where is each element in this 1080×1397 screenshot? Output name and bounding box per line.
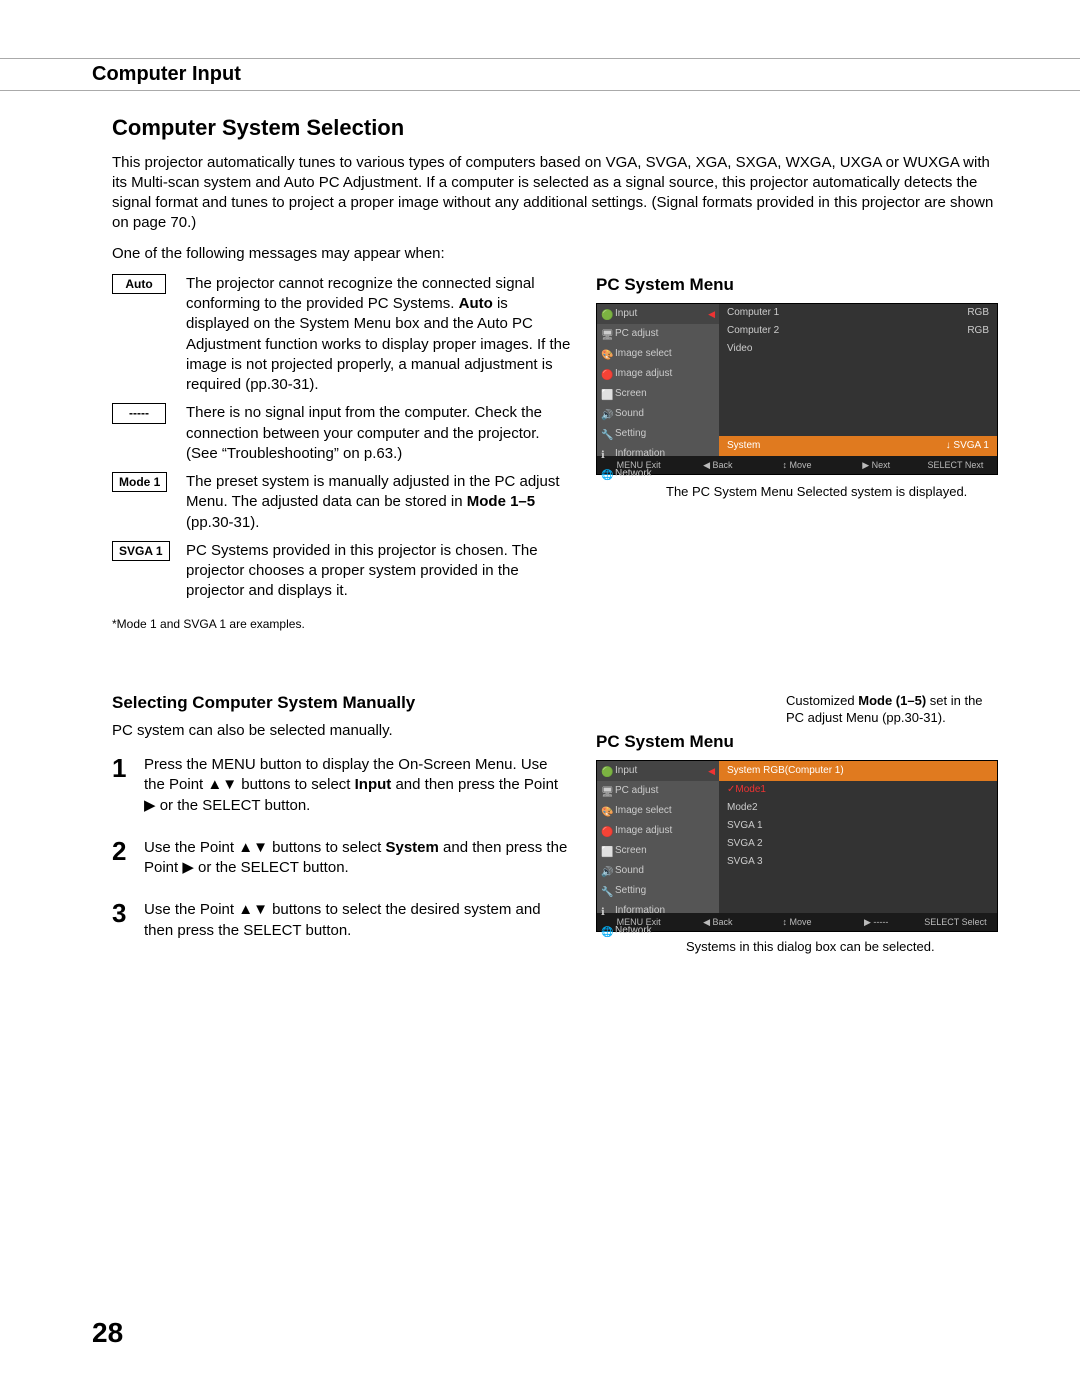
steps-list: 1 Press the MENU button to display the O… <box>112 751 572 941</box>
sidebar-item-imageselect: 🎨Image select <box>597 801 719 821</box>
step-2: 2 Use the Point ▲▼ buttons to select Sys… <box>112 834 572 879</box>
input-icon: 🟢 <box>601 766 611 776</box>
message-svga1: SVGA 1 PC Systems provided in this proje… <box>112 541 572 602</box>
sidebar-item-imageadjust: 🔴Image adjust <box>597 821 719 841</box>
osd1-sidebar: 🟢Input◀ 🖥PC adjust 🎨Image select 🔴Image … <box>597 304 719 456</box>
sidebar-item-screen: ⬜Screen <box>597 384 719 404</box>
osd2-screenshot: 🟢Input◀ 🖥PC adjust 🎨Image select 🔴Image … <box>596 760 998 932</box>
input-icon: 🟢 <box>601 309 611 319</box>
info-icon: ℹ <box>601 906 611 916</box>
sound-icon: 🔊 <box>601 409 611 419</box>
content-area: Computer System Selection This projector… <box>112 113 1000 959</box>
osd2-column: Customized Mode (1–5) set in the PC adju… <box>596 692 1000 959</box>
sidebar-item-imageadjust: 🔴Image adjust <box>597 364 719 384</box>
sidebar-item-input: 🟢Input◀ <box>597 304 719 324</box>
osd1-highlight: System ↓ SVGA 1 <box>719 436 997 456</box>
sound-icon: 🔊 <box>601 866 611 876</box>
osd2-callout: Customized Mode (1–5) set in the PC adju… <box>786 692 1000 727</box>
osd1-caption: The PC System Menu Selected system is di… <box>666 483 1000 501</box>
section-title: Computer Input <box>92 63 241 85</box>
sidebar-item-screen: ⬜Screen <box>597 841 719 861</box>
sidebar-item-input: 🟢Input◀ <box>597 761 719 781</box>
osd2-title: PC System Menu <box>596 731 1000 754</box>
dashes-text: There is no signal input from the comput… <box>186 403 572 464</box>
imageselect-icon: 🎨 <box>601 806 611 816</box>
system-value: ↓ SVGA 1 <box>946 439 989 453</box>
osd2-sidebar: 🟢Input◀ 🖥PC adjust 🎨Image select 🔴Image … <box>597 761 719 913</box>
osd2-list-item: SVGA 3 <box>719 853 997 871</box>
setting-icon: 🔧 <box>601 886 611 896</box>
imageselect-icon: 🎨 <box>601 349 611 359</box>
sidebar-item-sound: 🔊Sound <box>597 861 719 881</box>
osd1-screenshot: 🟢Input◀ 🖥PC adjust 🎨Image select 🔴Image … <box>596 303 998 475</box>
osd2-list-item: ✓ Mode1 <box>719 781 997 799</box>
message-auto: Auto The projector cannot recognize the … <box>112 274 572 396</box>
dashes-label: ----- <box>112 403 166 423</box>
auto-label: Auto <box>112 274 166 294</box>
osd1-row: Computer 1RGB <box>719 304 997 322</box>
page-title: Computer System Selection <box>112 113 1000 143</box>
mode1-text: The preset system is manually adjusted i… <box>186 472 572 533</box>
sidebar-item-imageselect: 🎨Image select <box>597 344 719 364</box>
sidebar-item-sound: 🔊Sound <box>597 404 719 424</box>
message-dashes: ----- There is no signal input from the … <box>112 403 572 464</box>
osd1-column: PC System Menu 🟢Input◀ 🖥PC adjust 🎨Image… <box>596 274 1000 632</box>
screen-icon: ⬜ <box>601 389 611 399</box>
footnote: *Mode 1 and SVGA 1 are examples. <box>112 616 572 632</box>
osd2-list-item: Mode2 <box>719 799 997 817</box>
info-icon: ℹ <box>601 449 611 459</box>
imageadjust-icon: 🔴 <box>601 826 611 836</box>
setting-icon: 🔧 <box>601 429 611 439</box>
page-number: 28 <box>92 1314 123 1352</box>
section-header: Computer Input <box>0 58 1080 91</box>
imageadjust-icon: 🔴 <box>601 369 611 379</box>
osd2-caption: Systems in this dialog box can be select… <box>686 938 1000 956</box>
osd2-header: System RGB(Computer 1) <box>719 761 997 781</box>
osd1-row: Computer 2RGB <box>719 322 997 340</box>
message-mode1: Mode 1 The preset system is manually adj… <box>112 472 572 533</box>
svga1-label: SVGA 1 <box>112 541 170 561</box>
manual-page: Computer Input Computer System Selection… <box>0 0 1080 1397</box>
osd2-list-item: SVGA 1 <box>719 817 997 835</box>
osd1-row: Video <box>719 340 997 358</box>
auto-text: The projector cannot recognize the conne… <box>186 274 572 396</box>
intro-text: This projector automatically tunes to va… <box>112 153 1000 234</box>
osd1-title: PC System Menu <box>596 274 1000 297</box>
step-1: 1 Press the MENU button to display the O… <box>112 751 572 816</box>
step-3: 3 Use the Point ▲▼ buttons to select the… <box>112 896 572 941</box>
sidebar-item-setting: 🔧Setting <box>597 424 719 444</box>
osd2-list-item: SVGA 2 <box>719 835 997 853</box>
messages-intro: One of the following messages may appear… <box>112 244 1000 264</box>
steps-column: Selecting Computer System Manually PC sy… <box>112 692 572 959</box>
svga1-text: PC Systems provided in this projector is… <box>186 541 572 602</box>
pcadjust-icon: 🖥 <box>601 786 611 796</box>
section2-intro: PC system can also be selected manually. <box>112 721 572 741</box>
osd1-main: Computer 1RGB Computer 2RGB Video System… <box>719 304 997 456</box>
caret-icon: ◀ <box>708 765 715 777</box>
messages-column: Auto The projector cannot recognize the … <box>112 274 572 632</box>
pcadjust-icon: 🖥 <box>601 329 611 339</box>
mode1-label: Mode 1 <box>112 472 167 492</box>
caret-icon: ◀ <box>708 308 715 320</box>
section2-title: Selecting Computer System Manually <box>112 692 572 715</box>
osd2-main: System RGB(Computer 1) ✓ Mode1 Mode2 SVG… <box>719 761 997 913</box>
sidebar-item-pcadjust: 🖥PC adjust <box>597 324 719 344</box>
sidebar-item-pcadjust: 🖥PC adjust <box>597 781 719 801</box>
sidebar-item-setting: 🔧Setting <box>597 881 719 901</box>
screen-icon: ⬜ <box>601 846 611 856</box>
